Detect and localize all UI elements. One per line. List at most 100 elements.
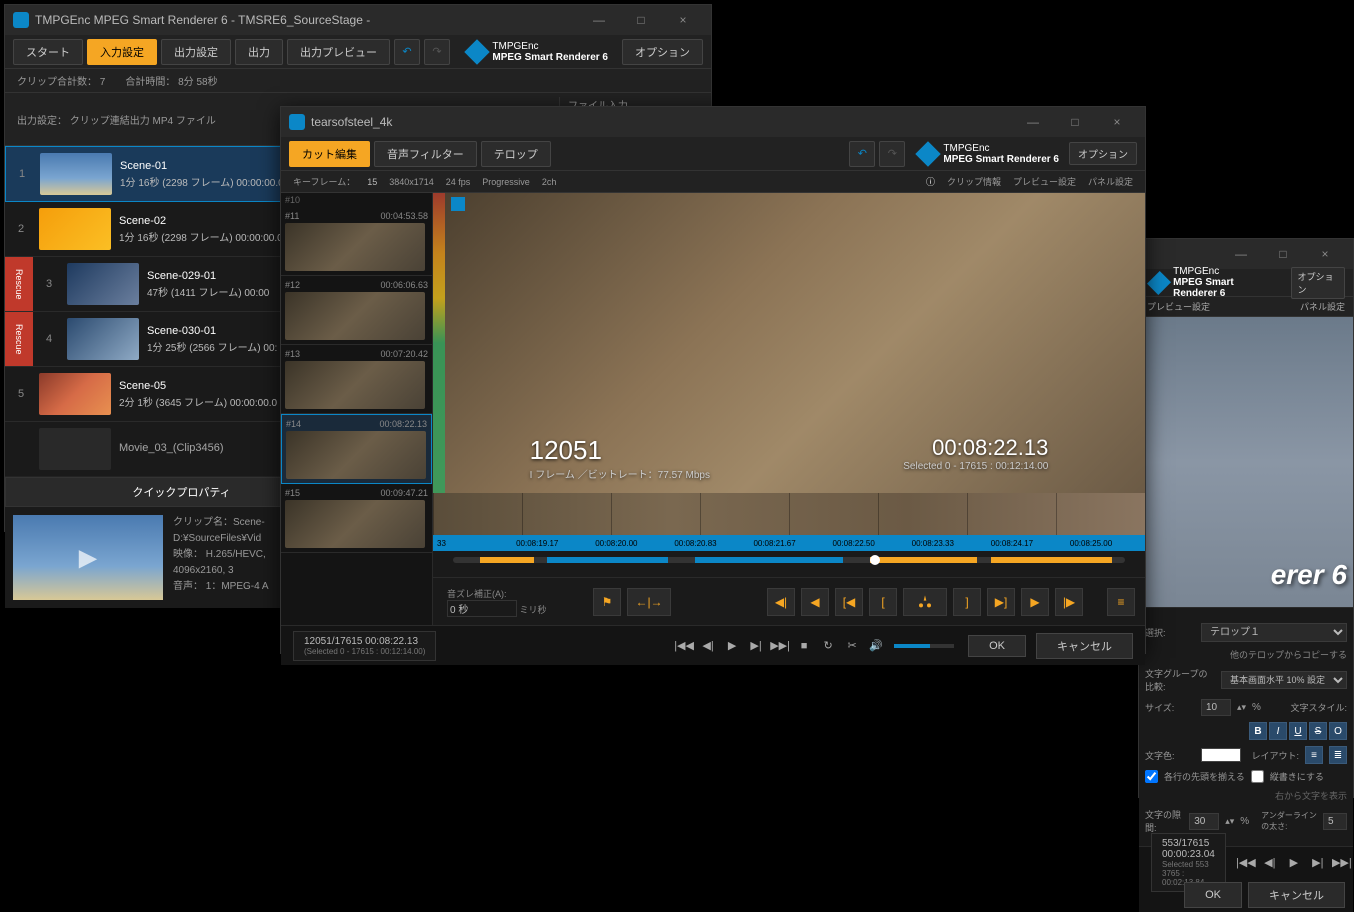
size-input[interactable] [1201,699,1231,716]
copy-from-link[interactable]: 他のテロップからコピーする [1230,648,1347,661]
step-fwd-button[interactable]: ▶ [1021,588,1049,616]
bold-button[interactable]: B [1249,722,1267,740]
skip-fwd-button[interactable]: ▶▶| [1332,853,1352,873]
ok-button[interactable]: OK [1184,882,1242,908]
ok-button[interactable]: OK [968,635,1026,657]
maximize-button[interactable]: □ [1263,241,1303,267]
mark-flag-button[interactable]: ⚑ [593,588,621,616]
minimize-button[interactable]: — [1221,241,1261,267]
app-icon [289,114,305,130]
timecode: 00:08:22.13 [903,435,1048,461]
close-button[interactable]: × [663,7,703,33]
color-swatch[interactable] [1201,748,1241,762]
panel-settings[interactable]: パネル設定 [1300,300,1345,313]
step-back-button[interactable]: ◀ [801,588,829,616]
undo-button[interactable]: ↶ [849,141,875,167]
mark-out-button[interactable]: ▶] [987,588,1015,616]
skip-back-button[interactable]: |◀◀ [674,636,694,656]
summary-bar: クリップ合計数： 7 合計時間： 8分 58秒 [5,69,711,93]
group-select[interactable]: 基本画面水平 10% 設定 [1221,671,1347,689]
scrub-bar[interactable] [433,551,1145,577]
brand: TMPGEncMPEG Smart Renderer 6 [919,143,1059,165]
filmstrip[interactable] [433,493,1145,535]
layout-btn-1[interactable]: ≡ [1305,746,1323,764]
output-setting: 出力設定： クリップ連結出力 MP4 ファイル [17,112,216,127]
audio-offset-input[interactable] [447,600,517,617]
telop-select[interactable]: テロップ１ [1201,623,1347,642]
options-button[interactable]: オプション [1291,267,1345,299]
audio-filter-tab[interactable]: 音声フィルター [374,141,477,167]
goto-start-button[interactable]: ◀| [767,588,795,616]
output-preview-button[interactable]: 出力プレビュー [287,39,390,65]
telop-tab[interactable]: テロップ [481,141,551,167]
input-settings-button[interactable]: 入力設定 [87,39,157,65]
minimize-button[interactable]: — [1013,109,1053,135]
redo-button[interactable]: ↷ [879,141,905,167]
rescue-badge: Rescue [5,257,33,311]
skip-back-button[interactable]: |◀◀ [1236,853,1256,873]
minimize-button[interactable]: — [579,7,619,33]
strike-button[interactable]: S [1309,722,1327,740]
cancel-button[interactable]: キャンセル [1248,882,1345,908]
loop-button[interactable]: ↻ [818,636,838,656]
thumb-card[interactable]: #1200:06:06.63 [281,276,432,345]
close-button[interactable]: × [1097,109,1137,135]
speaker-icon[interactable]: 🔊 [866,636,886,656]
window-controls: — □ × [1221,241,1345,267]
thumb-card[interactable]: #1300:07:20.42 [281,345,432,414]
goto-end-button[interactable]: |▶ [1055,588,1083,616]
close-button[interactable]: × [1305,241,1345,267]
output-button[interactable]: 出力 [235,39,283,65]
cut-button[interactable] [903,588,947,616]
output-settings-button[interactable]: 出力設定 [161,39,231,65]
toolbar: TMPGEncMPEG Smart Renderer 6 オプション [1139,269,1353,297]
brand: TMPGEncMPEG Smart Renderer 6 [1151,266,1277,299]
play-button[interactable]: ▶ [722,636,742,656]
options-button[interactable]: オプション [1069,142,1137,165]
skip-fwd-button[interactable]: ▶▶| [770,636,790,656]
stop-button[interactable]: ■ [794,636,814,656]
brand-icon [465,39,490,64]
next-button[interactable]: ▶| [746,636,766,656]
preview-settings[interactable]: プレビュー設定 [1147,300,1210,313]
playhead[interactable] [870,555,880,565]
italic-button[interactable]: I [1269,722,1287,740]
thumb-card[interactable]: #1100:04:53.58 [281,207,432,276]
maximize-button[interactable]: □ [1055,109,1095,135]
bracket-out-button[interactable]: ] [953,588,981,616]
preview-settings-link[interactable]: プレビュー設定 [1013,175,1076,188]
scissors-icon[interactable]: ✂ [842,636,862,656]
position-display: 12051/17615 00:08:22.13 (Selected 0 - 17… [293,631,436,661]
vert-check[interactable] [1251,770,1264,783]
thumb-card[interactable]: #1400:08:22.13 [281,414,432,484]
range-arrows-button[interactable]: ←|→ [627,588,671,616]
prev-button[interactable]: ◀| [698,636,718,656]
maximize-button[interactable]: □ [621,7,661,33]
options-button[interactable]: オプション [622,39,703,65]
bracket-in-button[interactable]: [ [869,588,897,616]
redo-button[interactable]: ↷ [424,39,450,65]
mark-in-button[interactable]: [◀ [835,588,863,616]
thumb-card[interactable]: #1500:09:47.21 [281,484,432,553]
menu-button[interactable]: ≡ [1107,588,1135,616]
preview-thumb[interactable] [13,515,163,600]
cut-edit-tab[interactable]: カット編集 [289,141,370,167]
prev-button[interactable]: ◀| [1260,853,1280,873]
play-button[interactable]: ▶ [1284,853,1304,873]
outline-button[interactable]: O [1329,722,1347,740]
layout-btn-2[interactable]: ≣ [1329,746,1347,764]
align-check[interactable] [1145,770,1158,783]
underline-input[interactable] [1323,813,1347,830]
clip-info-link[interactable]: クリップ情報 [947,175,1001,188]
spacing-input[interactable] [1189,813,1219,830]
stream-info-bar: キーフレーム： 15 3840x1714 24 fps Progressive … [281,171,1145,193]
total-time: 合計時間： 8分 58秒 [125,73,217,88]
underline-button[interactable]: U [1289,722,1307,740]
undo-button[interactable]: ↶ [394,39,420,65]
panel-settings-link[interactable]: パネル設定 [1088,175,1133,188]
start-button[interactable]: スタート [13,39,83,65]
window-controls: — □ × [579,7,703,33]
next-button[interactable]: ▶| [1308,853,1328,873]
brand-icon [916,141,941,166]
cancel-button[interactable]: キャンセル [1036,633,1133,659]
